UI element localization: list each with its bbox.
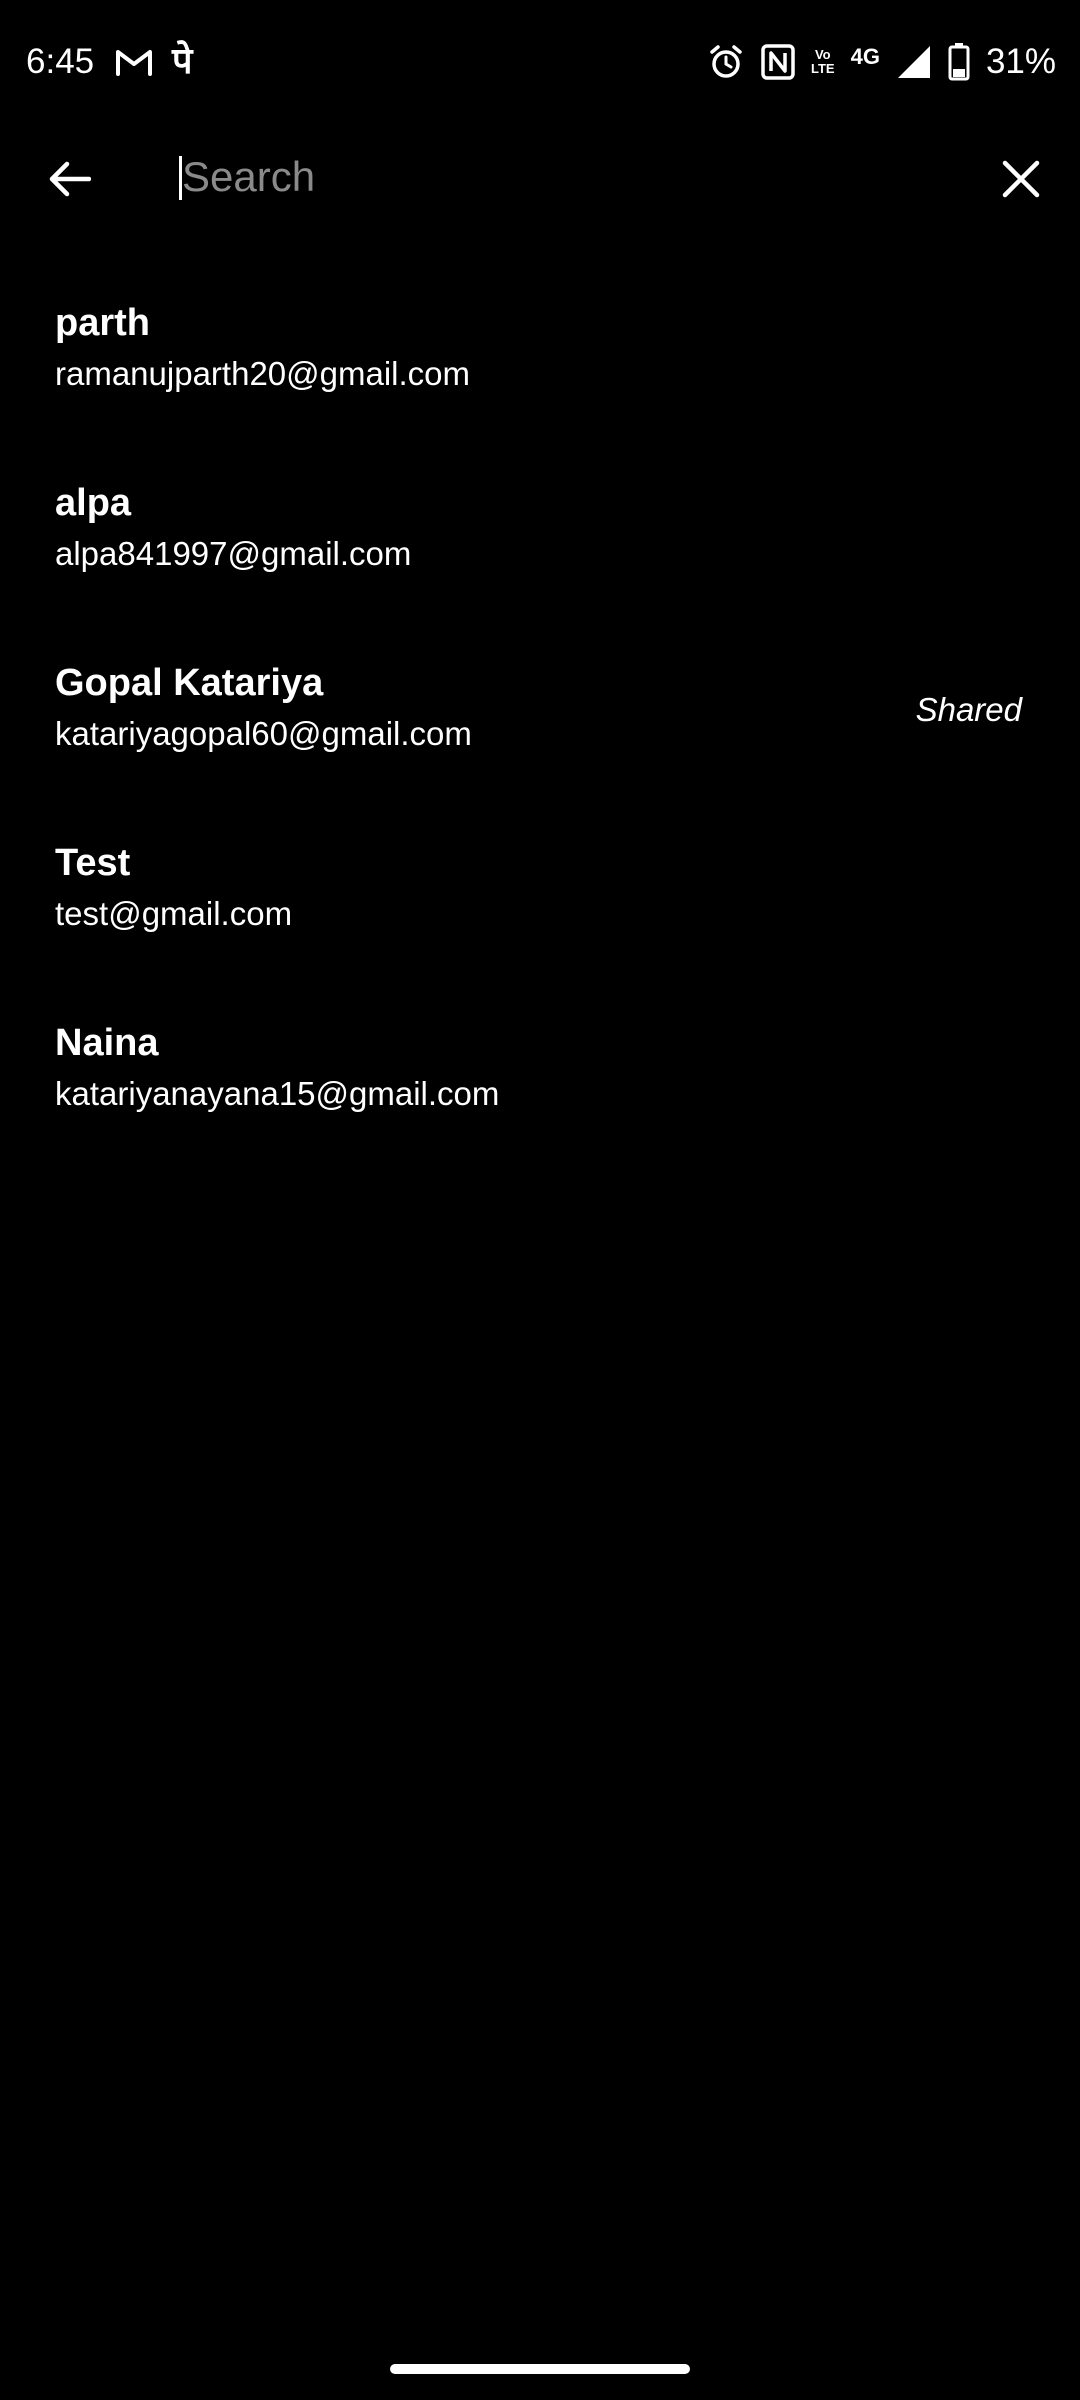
status-bar: 6:45 पे Vo LTE 4G 31% (0, 0, 1080, 126)
contact-name: Test (55, 842, 131, 884)
clear-search-button[interactable] (990, 148, 1052, 210)
contact-name: alpa (55, 482, 132, 524)
alarm-icon (710, 45, 742, 78)
battery-percent: 31% (985, 42, 1056, 81)
status-notification-icons: पे (114, 42, 192, 82)
contact-email: ramanujparth20@gmail.com (55, 355, 471, 392)
text-cursor (179, 156, 182, 200)
contact-email: katariyagopal60@gmail.com (55, 715, 472, 752)
contact-email: test@gmail.com (55, 895, 293, 932)
list-item[interactable]: alpa alpa841997@gmail.com (0, 450, 1080, 630)
back-button[interactable] (38, 148, 100, 210)
list-item[interactable]: parth ramanujparth20@gmail.com (0, 270, 1080, 450)
contact-name: Gopal Katariya (55, 662, 324, 704)
volte-bottom: LTE (810, 61, 835, 76)
contact-list: parth ramanujparth20@gmail.com alpa alpa… (0, 270, 1080, 1170)
network-type: 4G (850, 44, 880, 69)
battery-icon (948, 43, 970, 81)
gmail-icon (116, 50, 152, 76)
shared-status-label: Shared (915, 691, 1022, 728)
volte-icon: Vo LTE (811, 48, 835, 76)
arrow-back-icon (49, 161, 91, 197)
status-time: 6:45 (26, 42, 95, 81)
search-bar (0, 126, 1080, 226)
nfc-icon (761, 44, 795, 80)
phonepe-icon: पे (172, 41, 193, 82)
contact-name: Naina (55, 1022, 159, 1064)
status-system-icons: Vo LTE 4G 31% (707, 40, 1056, 84)
home-gesture-bar[interactable] (390, 2364, 690, 2374)
search-input[interactable] (178, 142, 942, 212)
signal-icon (897, 46, 930, 78)
list-item[interactable]: Gopal Katariya katariyagopal60@gmail.com… (0, 630, 1080, 810)
contact-email: alpa841997@gmail.com (55, 535, 412, 572)
volte-top: Vo (814, 47, 831, 62)
contact-email: katariyanayana15@gmail.com (55, 1075, 500, 1112)
close-icon (1002, 160, 1040, 198)
list-item[interactable]: Naina katariyanayana15@gmail.com (0, 990, 1080, 1170)
contact-name: parth (55, 302, 150, 344)
list-item[interactable]: Test test@gmail.com (0, 810, 1080, 990)
